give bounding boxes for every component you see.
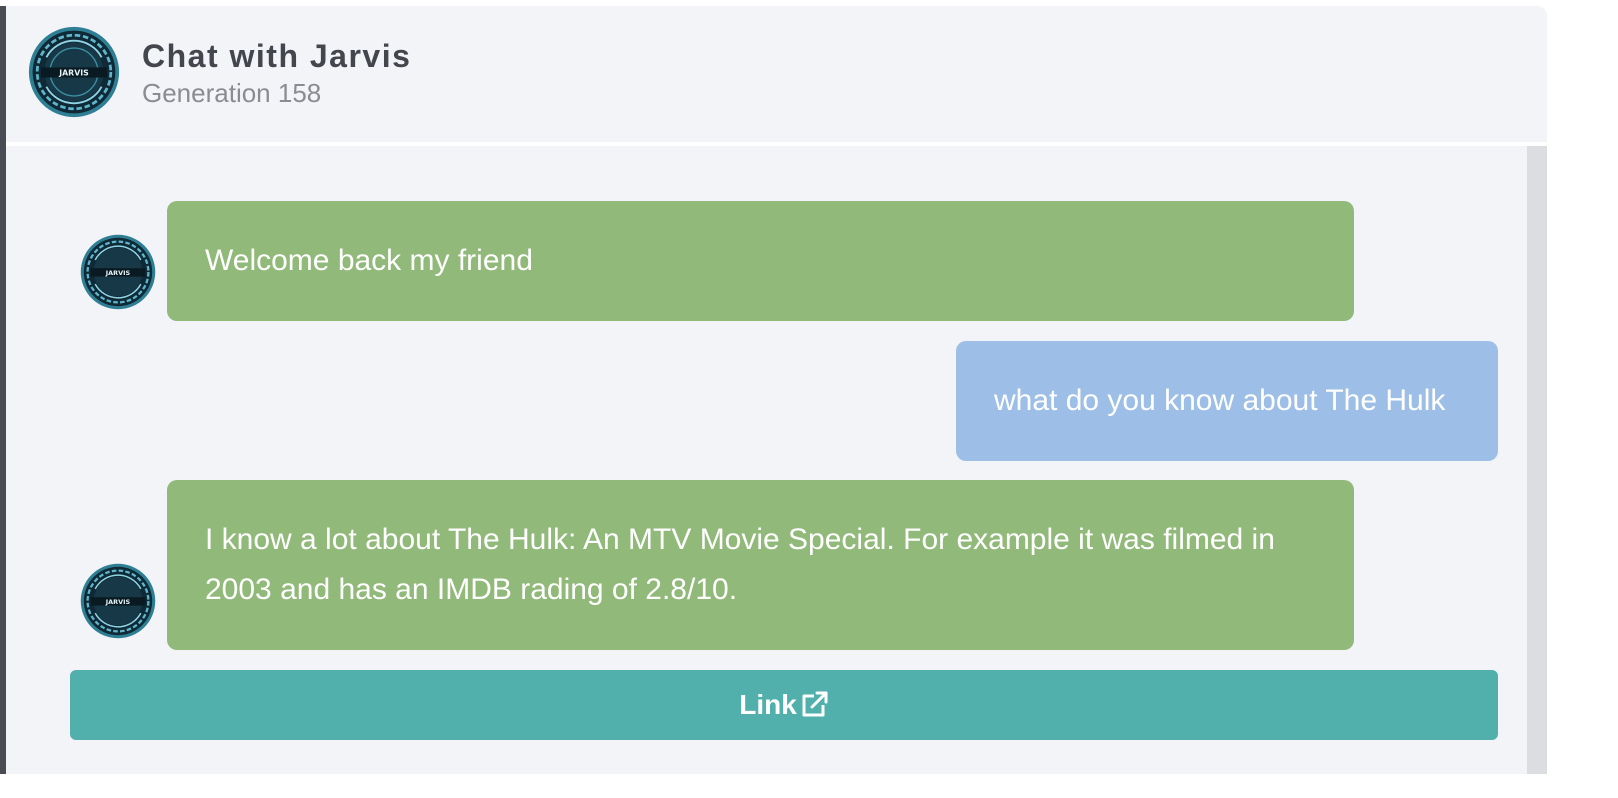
link-button[interactable]: Link xyxy=(70,670,1498,740)
generation-label: Generation 158 xyxy=(142,78,322,108)
svg-text:JARVIS: JARVIS xyxy=(58,69,89,78)
svg-text:JARVIS: JARVIS xyxy=(105,269,131,277)
message-text: what do you know about The Hulk xyxy=(994,384,1446,417)
chat-window: JARVIS Chat with Jarvis Generation 158 J… xyxy=(0,6,1547,774)
external-link-icon xyxy=(799,690,829,720)
jarvis-avatar-icon: JARVIS xyxy=(80,563,156,639)
bot-message: I know a lot about The Hulk: An MTV Movi… xyxy=(167,480,1354,650)
bot-message: Welcome back my friend xyxy=(167,201,1354,321)
user-message: what do you know about The Hulk xyxy=(956,341,1498,461)
message-text: I know a lot about The Hulk: An MTV Movi… xyxy=(205,523,1275,606)
page-title: Chat with Jarvis xyxy=(142,38,412,74)
jarvis-avatar-icon: JARVIS xyxy=(80,234,156,310)
chat-header: JARVIS Chat with Jarvis Generation 158 xyxy=(6,6,1547,146)
link-button-label: Link xyxy=(739,689,797,720)
svg-text:JARVIS: JARVIS xyxy=(105,598,131,606)
message-text: Welcome back my friend xyxy=(205,244,533,277)
jarvis-logo-icon: JARVIS xyxy=(28,26,120,118)
scrollbar[interactable] xyxy=(1527,146,1547,774)
